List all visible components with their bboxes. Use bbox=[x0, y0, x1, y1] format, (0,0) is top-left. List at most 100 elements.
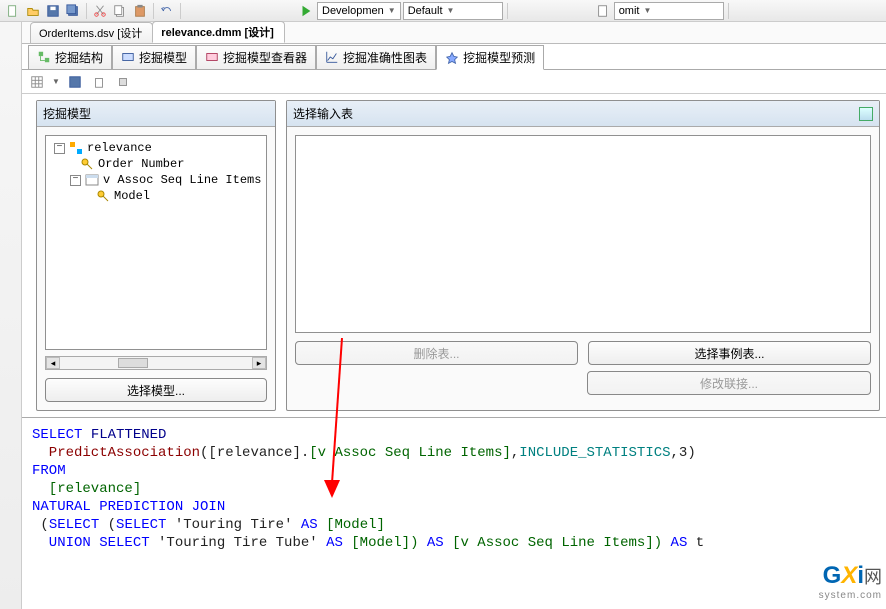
separator bbox=[153, 3, 154, 19]
button-row-2: 修改联接... bbox=[295, 371, 871, 395]
chevron-down-icon: ▼ bbox=[52, 77, 60, 86]
save-query-icon[interactable] bbox=[66, 73, 84, 91]
table-icon bbox=[85, 173, 99, 187]
panel-body: 删除表... 选择事例表... 修改联接... bbox=[287, 127, 879, 410]
sql-kw: FROM bbox=[32, 463, 66, 479]
scroll-right-icon[interactable]: ▸ bbox=[252, 357, 266, 369]
open-icon[interactable] bbox=[24, 2, 42, 20]
sql-text: FLATTENED bbox=[82, 427, 166, 443]
tree-label: relevance bbox=[87, 140, 152, 156]
scroll-track[interactable] bbox=[60, 357, 252, 369]
model-tree[interactable]: − relevance Order Number − v Assoc Seq L… bbox=[45, 135, 267, 350]
panel-title: 挖掘模型 bbox=[43, 105, 91, 122]
delete-table-button: 删除表... bbox=[295, 341, 578, 365]
sql-kw: SELECT bbox=[49, 517, 99, 533]
left-gutter bbox=[0, 22, 22, 609]
tree-node-assoc[interactable]: − v Assoc Seq Line Items bbox=[50, 172, 262, 188]
copy-query-icon[interactable] bbox=[90, 73, 108, 91]
grid-icon[interactable] bbox=[28, 73, 46, 91]
mining-model-panel: 挖掘模型 − relevance Order Number − v Assoc … bbox=[36, 100, 276, 411]
file-tabs: OrderItems.dsv [设计 relevance.dmm [设计] bbox=[0, 22, 886, 44]
input-table-panel: 选择输入表 删除表... 选择事例表... 修改联接... bbox=[286, 100, 880, 411]
panel-title: 选择输入表 bbox=[293, 105, 353, 122]
watermark: GXi网 system.com bbox=[819, 562, 882, 601]
cut-icon[interactable] bbox=[91, 2, 109, 20]
config-combo-text: Developmen bbox=[322, 5, 384, 17]
chevron-down-icon: ▼ bbox=[643, 6, 651, 15]
sql-text: t bbox=[687, 535, 704, 551]
config-combo[interactable]: Developmen▼ bbox=[317, 2, 401, 20]
tool-btn[interactable] bbox=[733, 2, 751, 20]
sql-kw: AS bbox=[427, 535, 444, 551]
subtab-accuracy[interactable]: 挖掘准确性图表 bbox=[316, 45, 436, 69]
subtab-label: 挖掘模型查看器 bbox=[223, 49, 307, 66]
sql-editor[interactable]: SELECT FLATTENED PredictAssociation([rel… bbox=[22, 418, 886, 560]
save-all-icon[interactable] bbox=[64, 2, 82, 20]
tree-node-root[interactable]: − relevance bbox=[50, 140, 262, 156]
sql-text: ([relevance]. bbox=[200, 445, 309, 461]
subtab-prediction[interactable]: 挖掘模型预测 bbox=[436, 45, 544, 70]
undo-icon[interactable] bbox=[158, 2, 176, 20]
select-case-table-button[interactable]: 选择事例表... bbox=[588, 341, 871, 365]
select-model-button[interactable]: 选择模型... bbox=[45, 378, 267, 402]
sql-kw: AS bbox=[301, 517, 318, 533]
tree-hscroll[interactable]: ◂ ▸ bbox=[45, 356, 267, 370]
paste-icon[interactable] bbox=[131, 2, 149, 20]
subtab-structure[interactable]: 挖掘结构 bbox=[28, 45, 112, 69]
expander-icon[interactable]: − bbox=[70, 175, 81, 186]
separator bbox=[728, 3, 729, 19]
subtab-viewer[interactable]: 挖掘模型查看器 bbox=[196, 45, 316, 69]
button-row-1: 删除表... 选择事例表... bbox=[295, 341, 871, 365]
subtab-label: 挖掘准确性图表 bbox=[343, 49, 427, 66]
sql-const: INCLUDE_STATISTICS bbox=[519, 445, 670, 461]
sql-kw: AS bbox=[326, 535, 343, 551]
subtab-label: 挖掘模型预测 bbox=[463, 49, 535, 66]
omit-combo-text: omit bbox=[619, 5, 640, 17]
file-tab-label: OrderItems.dsv [设计 bbox=[39, 25, 142, 41]
panel-header: 挖掘模型 bbox=[37, 101, 275, 127]
sql-str: 'Touring Tire' bbox=[166, 517, 300, 533]
sql-ident: [relevance] bbox=[32, 481, 141, 497]
play-icon[interactable] bbox=[297, 2, 315, 20]
new-icon[interactable] bbox=[4, 2, 22, 20]
expander-icon[interactable]: − bbox=[54, 143, 65, 154]
copy-icon[interactable] bbox=[111, 2, 129, 20]
subtab-model[interactable]: 挖掘模型 bbox=[112, 45, 196, 69]
singleton-icon[interactable] bbox=[114, 73, 132, 91]
sql-kw: NATURAL PREDICTION JOIN bbox=[32, 499, 225, 515]
model-icon bbox=[69, 141, 83, 155]
sql-ident: [v Assoc Seq Line Items]) bbox=[444, 535, 671, 551]
column-icon bbox=[96, 189, 110, 203]
sql-kw: SELECT bbox=[116, 517, 166, 533]
subtab-label: 挖掘结构 bbox=[55, 49, 103, 66]
save-icon[interactable] bbox=[44, 2, 62, 20]
panel-body: − relevance Order Number − v Assoc Seq L… bbox=[37, 127, 275, 410]
default-combo-text: Default bbox=[408, 5, 443, 17]
chevron-down-icon: ▼ bbox=[447, 6, 455, 15]
separator bbox=[180, 3, 181, 19]
button-label: 修改联接... bbox=[700, 375, 758, 392]
tree-node-model[interactable]: Model bbox=[50, 188, 262, 204]
file-tab-orderitems[interactable]: OrderItems.dsv [设计 bbox=[30, 22, 153, 43]
sql-func: PredictAssociation bbox=[32, 445, 200, 461]
scroll-left-icon[interactable]: ◂ bbox=[46, 357, 60, 369]
sql-ident: [Model] bbox=[318, 517, 385, 533]
file-tab-relevance[interactable]: relevance.dmm [设计] bbox=[152, 21, 284, 43]
modify-join-button: 修改联接... bbox=[587, 371, 871, 395]
separator bbox=[86, 3, 87, 19]
sql-kw: SELECT bbox=[91, 535, 150, 551]
omit-combo[interactable]: omit▼ bbox=[614, 2, 724, 20]
sql-ident: [v Assoc Seq Line Items] bbox=[309, 445, 511, 461]
button-label: 选择模型... bbox=[127, 382, 185, 399]
panels-row: 挖掘模型 − relevance Order Number − v Assoc … bbox=[0, 94, 886, 417]
gutter-btn-1[interactable] bbox=[2, 26, 20, 44]
button-label: 选择事例表... bbox=[694, 345, 764, 362]
default-combo[interactable]: Default ▼ bbox=[403, 2, 503, 20]
sql-text: ( bbox=[32, 517, 49, 533]
doc-icon[interactable] bbox=[594, 2, 612, 20]
input-table-area[interactable] bbox=[295, 135, 871, 333]
sql-kw: SELECT bbox=[32, 427, 82, 443]
tree-node-ordernum[interactable]: Order Number bbox=[50, 156, 262, 172]
scroll-thumb[interactable] bbox=[118, 358, 148, 368]
file-tab-label: relevance.dmm [设计] bbox=[161, 24, 273, 40]
